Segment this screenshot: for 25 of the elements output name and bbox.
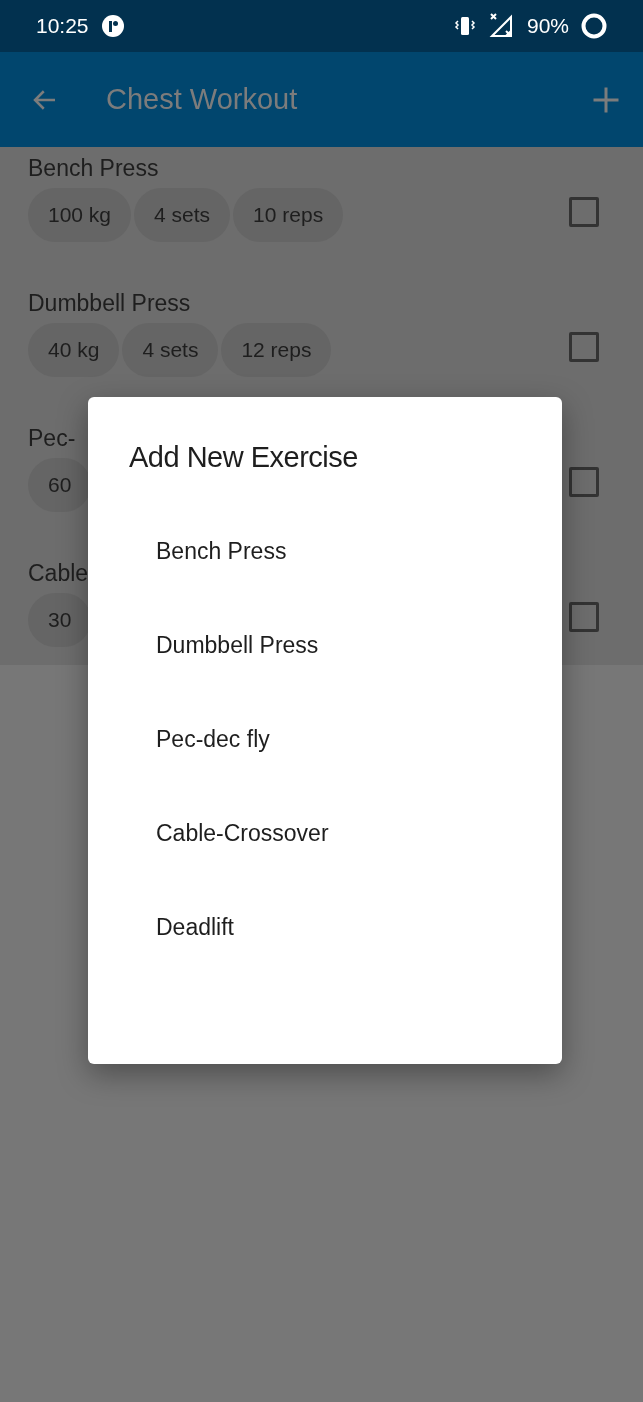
exercise-chip: 40 kg — [28, 323, 120, 377]
exercise-option[interactable]: Pec-dec fly — [88, 692, 562, 786]
app-notification-icon — [100, 14, 125, 38]
exercise-option[interactable]: Cable-Crossover — [88, 786, 562, 880]
dialog-title: Add New Exercise — [128, 441, 359, 474]
vibrate-icon — [452, 14, 477, 38]
exercise-chip: 4 sets — [122, 323, 219, 377]
exercise-checkbox[interactable] — [569, 332, 599, 362]
battery-percentage: 90% — [526, 14, 569, 38]
screen-title: Chest Workout — [106, 83, 298, 116]
exercise-name: Cable — [28, 560, 89, 587]
exercise-chip: 10 reps — [233, 188, 344, 242]
no-signal-icon — [488, 13, 515, 39]
exercise-name: Dumbbell Press — [28, 290, 191, 317]
exercise-checkbox[interactable] — [569, 602, 599, 632]
status-time: 10:25 — [36, 14, 89, 38]
exercise-chip: 100 kg — [28, 188, 132, 242]
exercise-chip: 4 sets — [134, 188, 231, 242]
exercise-option[interactable]: Deadlift — [88, 880, 562, 974]
exercise-name: Pec- — [28, 425, 76, 452]
exercise-name: Bench Press — [28, 155, 159, 182]
exercise-chip: 12 reps — [221, 323, 332, 377]
exercise-checkbox[interactable] — [569, 197, 599, 227]
battery-ring-icon — [581, 13, 607, 39]
exercise-checkbox[interactable] — [569, 467, 599, 497]
